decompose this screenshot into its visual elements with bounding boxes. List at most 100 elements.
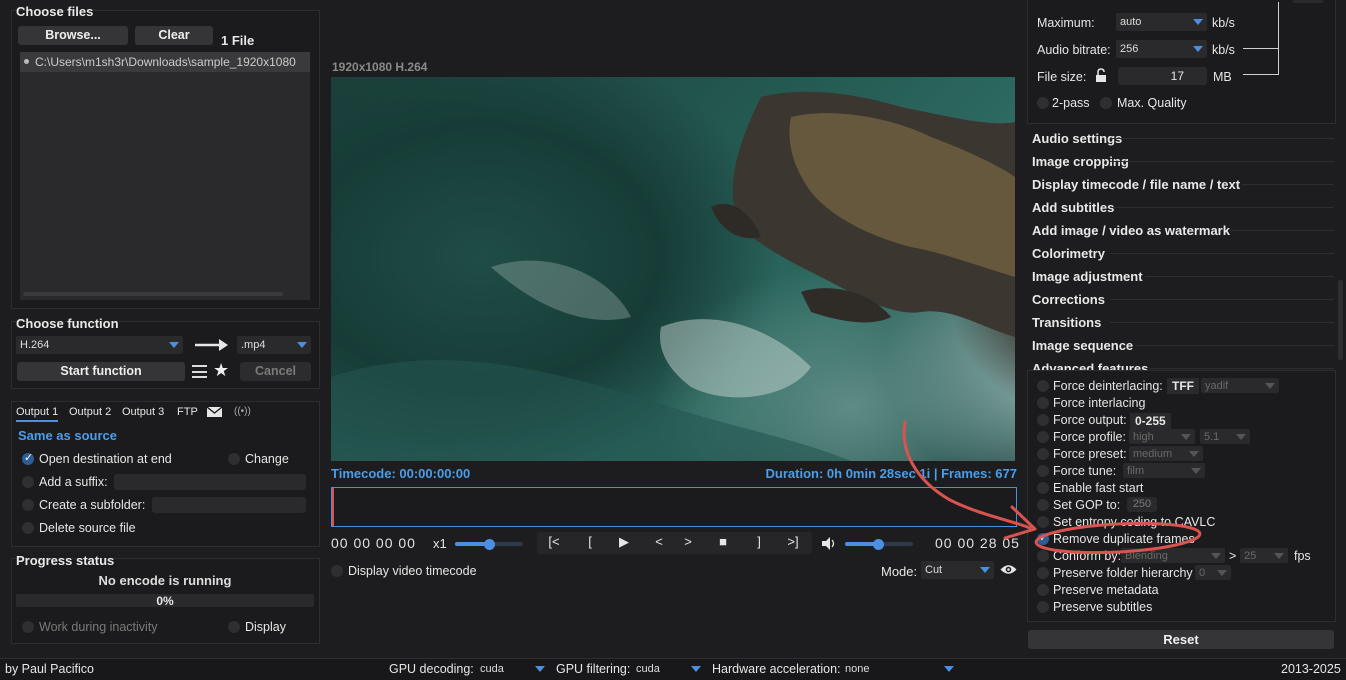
section-transitions[interactable]: Transitions [1032,315,1101,330]
preserve-metadata-label: Preserve metadata [1053,583,1159,597]
tab-output-2[interactable]: Output 2 [69,406,111,418]
change-radio[interactable] [228,453,240,465]
section-image-adjustment[interactable]: Image adjustment [1032,269,1143,284]
next-frame-button[interactable]: > [679,534,697,554]
clear-button[interactable]: Clear [135,26,213,45]
cancel-button[interactable]: Cancel [240,362,311,381]
maximum-value: auto [1120,16,1142,28]
maximum-unit: kb/s [1212,16,1235,30]
preserve-subtitles-checkbox[interactable] [1037,601,1049,613]
bitrate-bracket [1243,2,1279,75]
same-as-source[interactable]: Same as source [18,428,117,443]
eye-icon[interactable] [1000,564,1017,575]
section-divider [1242,184,1334,185]
tab-output-3[interactable]: Output 3 [122,406,164,418]
file-list[interactable]: C:\Users\m1sh3r\Downloads\sample_1920x10… [20,52,310,300]
tff-button[interactable]: TFF [1167,378,1199,394]
chevron-down-icon [944,665,954,672]
max-quality-radio[interactable] [1100,97,1112,109]
file-list-item[interactable]: C:\Users\m1sh3r\Downloads\sample_1920x10… [35,55,309,69]
two-pass-label: 2-pass [1052,96,1090,110]
section-divider [1110,322,1334,323]
play-button[interactable]: ▶ [613,534,635,554]
mark-out-button[interactable]: ] [749,534,769,554]
hw-accel-select[interactable]: none [841,661,958,676]
start-function-button[interactable]: Start function [17,362,185,381]
codec-value: H.264 [20,339,50,351]
reset-button[interactable]: Reset [1028,630,1334,649]
lock-icon[interactable] [1095,68,1109,82]
volume-icon[interactable] [822,537,837,550]
section-colorimetry[interactable]: Colorimetry [1032,246,1105,261]
force-deinterlacing-label: Force deinterlacing: [1053,379,1163,393]
start-timecode[interactable]: 00 00 00 00 [331,535,416,551]
add-suffix-checkbox[interactable] [22,476,34,488]
choose-function-title: Choose function [16,316,119,331]
section-corrections[interactable]: Corrections [1032,292,1105,307]
create-subfolder-checkbox[interactable] [22,499,34,511]
stop-button[interactable]: ■ [713,534,733,554]
mail-icon[interactable] [207,407,222,417]
force-deinterlacing-checkbox[interactable] [1037,380,1049,392]
fps-label: fps [1294,549,1311,563]
section-display-timecode[interactable]: Display timecode / file name / text [1032,177,1240,192]
video-preview[interactable] [331,77,1015,461]
go-to-end-button[interactable]: >] [782,534,804,554]
star-icon[interactable]: ★ [213,360,229,381]
maximum-select[interactable]: auto [1116,13,1207,31]
tab-ftp[interactable]: FTP [177,406,198,418]
menu-icon[interactable] [192,365,207,378]
gpu-filtering-select[interactable]: cuda [632,661,705,676]
hw-accel-value: none [845,662,870,675]
work-inactivity-checkbox[interactable] [22,621,34,633]
gpu-decoding-value: cuda [480,662,504,675]
fps-value: 25 [1244,549,1257,562]
years-label: 2013-2025 [1281,662,1341,676]
preserve-metadata-checkbox[interactable] [1037,584,1049,596]
preserve-subtitles-label: Preserve subtitles [1053,600,1153,614]
speed-slider-handle[interactable] [484,539,495,550]
display-checkbox[interactable] [228,621,240,633]
section-divider [1230,230,1334,231]
section-image-sequence[interactable]: Image sequence [1032,338,1133,353]
broadcast-icon[interactable]: ((•)) [234,406,251,417]
suffix-input[interactable] [114,474,306,490]
bitrate-top-field[interactable] [1293,0,1323,3]
folder-hierarchy-checkbox[interactable] [1037,567,1049,579]
chevron-down-icon [535,665,545,672]
two-pass-radio[interactable] [1037,97,1049,109]
file-size-input[interactable]: 17 [1118,67,1207,85]
section-add-watermark[interactable]: Add image / video as watermark [1032,223,1230,238]
conform-arrow: > [1229,549,1237,563]
section-divider [1145,276,1334,277]
folder-hierarchy-select[interactable]: 0 [1195,565,1231,580]
gpu-decoding-select[interactable]: cuda [476,661,549,676]
chevron-down-icon [980,567,990,573]
go-to-start-button[interactable]: [< [543,534,565,554]
audio-bitrate-select[interactable]: 256 [1116,40,1207,58]
section-audio-settings[interactable]: Audio settings [1032,131,1122,146]
mark-in-button[interactable]: [ [580,534,600,554]
browse-button[interactable]: Browse... [18,26,128,45]
force-interlacing-checkbox[interactable] [1037,397,1049,409]
file-list-scrollbar[interactable] [23,292,283,296]
timeline-cursor[interactable] [332,488,334,526]
display-label: Display [245,620,286,634]
chevron-down-icon [1193,46,1203,52]
open-destination-checkbox[interactable] [22,451,34,465]
previous-frame-button[interactable]: < [650,534,668,554]
yadif-select[interactable]: yadif [1201,378,1279,393]
section-add-subtitles[interactable]: Add subtitles [1032,200,1114,215]
delete-source-checkbox[interactable] [22,522,34,534]
codec-select[interactable]: H.264 [16,336,183,354]
display-timecode-checkbox[interactable] [331,565,343,577]
annotation-arrow [902,420,1032,530]
subfolder-input[interactable] [152,497,306,513]
right-scrollbar[interactable] [1338,280,1343,360]
change-label: Change [245,452,289,466]
timecode-label: Timecode: 00:00:00:00 [331,466,471,481]
mode-select[interactable]: Cut [921,561,994,579]
tab-output-1[interactable]: Output 1 [16,406,59,422]
fps-select[interactable]: 25 [1240,548,1288,563]
container-select[interactable]: .mp4 [237,336,311,354]
